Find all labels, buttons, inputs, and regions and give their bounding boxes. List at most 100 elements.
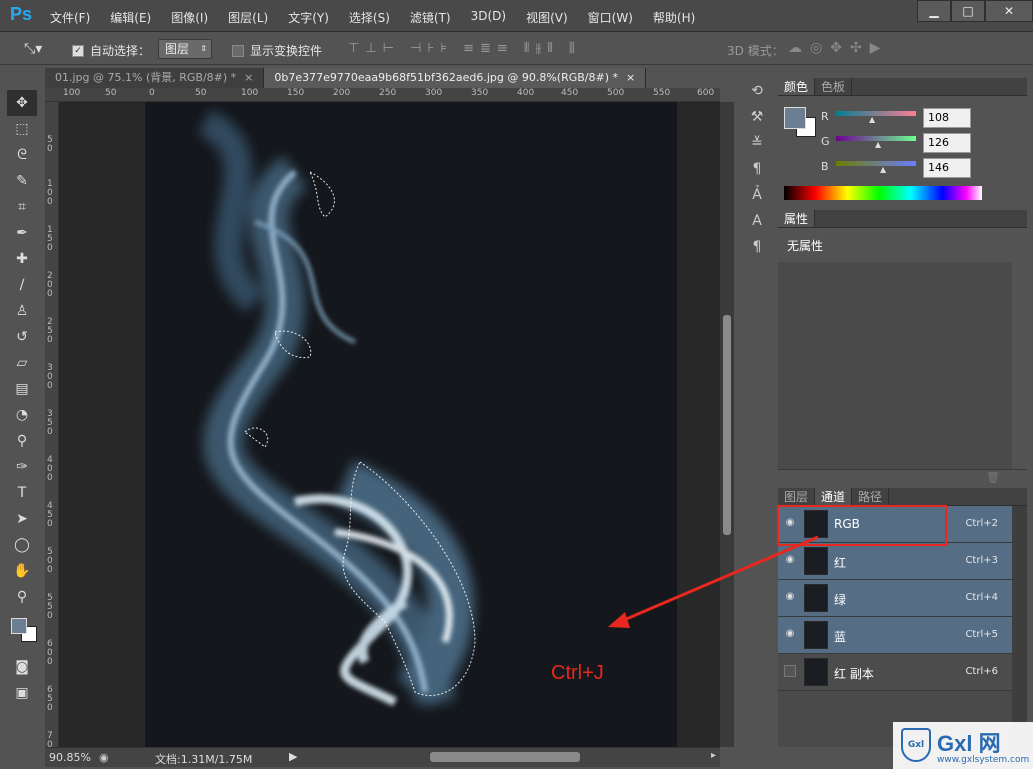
align-buttons[interactable]: ⊤⊥⊢ ⊣⊦⊧ ≡≣≡ ⫴⫵⫴ ⫼ [348,41,581,56]
b-value-field[interactable]: 146 [923,158,971,178]
tab-paths[interactable]: 路径 [852,488,890,505]
blur-tool-icon[interactable]: ◔ [7,402,37,428]
tool-presets-icon[interactable]: ⚒ [740,104,774,130]
eraser-tool-icon[interactable]: ▱ [7,350,37,376]
channels-scrollbar[interactable] [1012,506,1027,747]
menu-bar: Ps 文件(F) 编辑(E) 图像(I) 图层(L) 文字(Y) 选择(S) 滤… [0,0,1033,32]
b-slider[interactable] [836,161,916,166]
show-transform-checkbox[interactable] [232,44,244,57]
pen-tool-icon[interactable]: ✑ [7,454,37,480]
crop-tool-icon[interactable]: ⌗ [7,194,37,220]
scroll-right-icon[interactable]: ▸ [711,750,716,761]
eye-icon[interactable]: ◉ [784,554,796,566]
channel-row-red[interactable]: ◉ 红 Ctrl+3 [778,543,1012,580]
tab-layers[interactable]: 图层 [778,488,816,505]
menu-edit[interactable]: 编辑(E) [110,9,151,26]
brush-tool-icon[interactable]: ∕ [7,272,37,298]
tab-label: 0b7e377e9770eaa9b68f51bf362aed6.jpg @ 90… [274,71,618,84]
color-spectrum[interactable] [784,186,982,200]
menu-select[interactable]: 选择(S) [349,9,390,26]
status-info-icon[interactable]: ◉ [99,751,109,764]
menu-file[interactable]: 文件(F) [50,9,90,26]
trash-icon[interactable]: 🗑 [986,471,1000,484]
close-icon[interactable]: × [626,71,635,84]
document-size: 文档:1.31M/1.75M [155,753,253,766]
screen-mode-icon[interactable]: ▣ [7,680,37,706]
canvas-area[interactable]: Ctrl+J [59,102,720,747]
character-icon[interactable]: A [740,208,774,234]
tab-properties[interactable]: 属性 [778,210,816,227]
paragraph-style-icon[interactable]: ¶ [740,156,774,182]
lasso-tool-icon[interactable]: ᘓ [7,142,37,168]
healing-brush-icon[interactable]: ✚ [7,246,37,272]
hand-tool-icon[interactable]: ✋ [7,558,37,584]
eye-icon[interactable]: ◉ [784,591,796,603]
brush-presets-icon[interactable]: ≚ [740,130,774,156]
zoom-level[interactable]: 90.85% [49,751,91,764]
paragraph-icon[interactable]: ¶ [740,234,774,260]
scroll-thumb[interactable] [723,315,731,535]
menu-view[interactable]: 视图(V) [526,9,568,26]
ellipse-tool-icon[interactable]: ◯ [7,532,37,558]
channel-row-green[interactable]: ◉ 绿 Ctrl+4 [778,580,1012,617]
menu-type[interactable]: 文字(Y) [288,9,329,26]
auto-select-checkbox[interactable]: ✓ [72,44,84,57]
restore-button[interactable]: □ [951,0,985,22]
menu-filter[interactable]: 滤镜(T) [410,9,451,26]
foreground-color-swatch[interactable] [11,618,27,634]
quick-select-tool-icon[interactable]: ✎ [7,168,37,194]
marquee-tool-icon[interactable]: ⬚ [7,116,37,142]
move-tool-icon[interactable]: ✥ [7,90,37,116]
move-tool-icon[interactable]: ⤡▾ [24,41,42,57]
history-icon[interactable]: ⟲ [740,78,774,104]
type-tool-icon[interactable]: T [7,480,37,506]
eye-icon[interactable]: ◉ [784,628,796,640]
ruler-tick: 50 [105,88,117,98]
history-brush-icon[interactable]: ↺ [7,324,37,350]
menu-window[interactable]: 窗口(W) [588,9,633,26]
character-style-icon[interactable]: Ả [740,182,774,208]
path-select-icon[interactable]: ➤ [7,506,37,532]
tab-channels[interactable]: 通道 [815,488,853,505]
gradient-tool-icon[interactable]: ▤ [7,376,37,402]
close-icon[interactable]: × [244,71,253,84]
r-value-field[interactable]: 108 [923,108,971,128]
b-slider-handle[interactable]: ▲ [880,165,886,174]
tab-doc-1[interactable]: 01.jpg @ 75.1% (背景, RGB/8#) * × [45,68,265,88]
zoom-tool-icon[interactable]: ⚲ [7,584,37,610]
menu-3d[interactable]: 3D(D) [471,9,506,26]
menu-image[interactable]: 图像(I) [171,9,208,26]
channel-thumbnail [804,547,828,575]
tab-swatches[interactable]: 色板 [815,78,853,95]
r-slider[interactable] [836,111,916,116]
annotation-text: Ctrl+J [551,662,604,684]
horizontal-scroll-thumb[interactable] [430,752,580,762]
minimize-button[interactable]: ▁ [917,0,951,22]
ruler-tick: 400 [517,88,535,98]
r-slider-handle[interactable]: ▲ [869,115,875,124]
close-button[interactable]: ✕ [985,0,1033,22]
visibility-checkbox[interactable] [784,665,796,677]
g-slider-handle[interactable]: ▲ [875,140,881,149]
tab-color[interactable]: 颜色 [778,78,816,95]
eye-icon[interactable]: ◉ [784,517,796,529]
g-value-field[interactable]: 126 [923,133,971,153]
menu-help[interactable]: 帮助(H) [653,9,695,26]
tab-doc-2[interactable]: 0b7e377e9770eaa9b68f51bf362aed6.jpg @ 90… [264,68,647,88]
channel-row-red-copy[interactable]: 红 副本 Ctrl+6 [778,654,1012,691]
3d-tools-icons[interactable]: ☁◎✥✣▶ [788,40,888,56]
auto-select-dropdown[interactable]: 图层 ⇕ [158,39,212,59]
eyedropper-tool-icon[interactable]: ✒ [7,220,37,246]
channel-row-blue[interactable]: ◉ 蓝 Ctrl+5 [778,617,1012,654]
quick-mask-icon[interactable]: ◙ [7,654,37,680]
clone-stamp-icon[interactable]: ♙ [7,298,37,324]
smoke-image[interactable] [145,102,677,747]
status-arrow-icon[interactable]: ▶ [289,750,297,763]
ruler-tick: 350 [47,409,53,437]
menu-layer[interactable]: 图层(L) [228,9,268,26]
document-tabs: 01.jpg @ 75.1% (背景, RGB/8#) * × 0b7e377e9… [45,68,647,88]
dodge-tool-icon[interactable]: ⚲ [7,428,37,454]
channel-row-rgb[interactable]: ◉ RGB Ctrl+2 [778,506,1012,543]
vertical-scrollbar[interactable] [720,102,734,747]
color-swatches[interactable] [7,610,39,654]
